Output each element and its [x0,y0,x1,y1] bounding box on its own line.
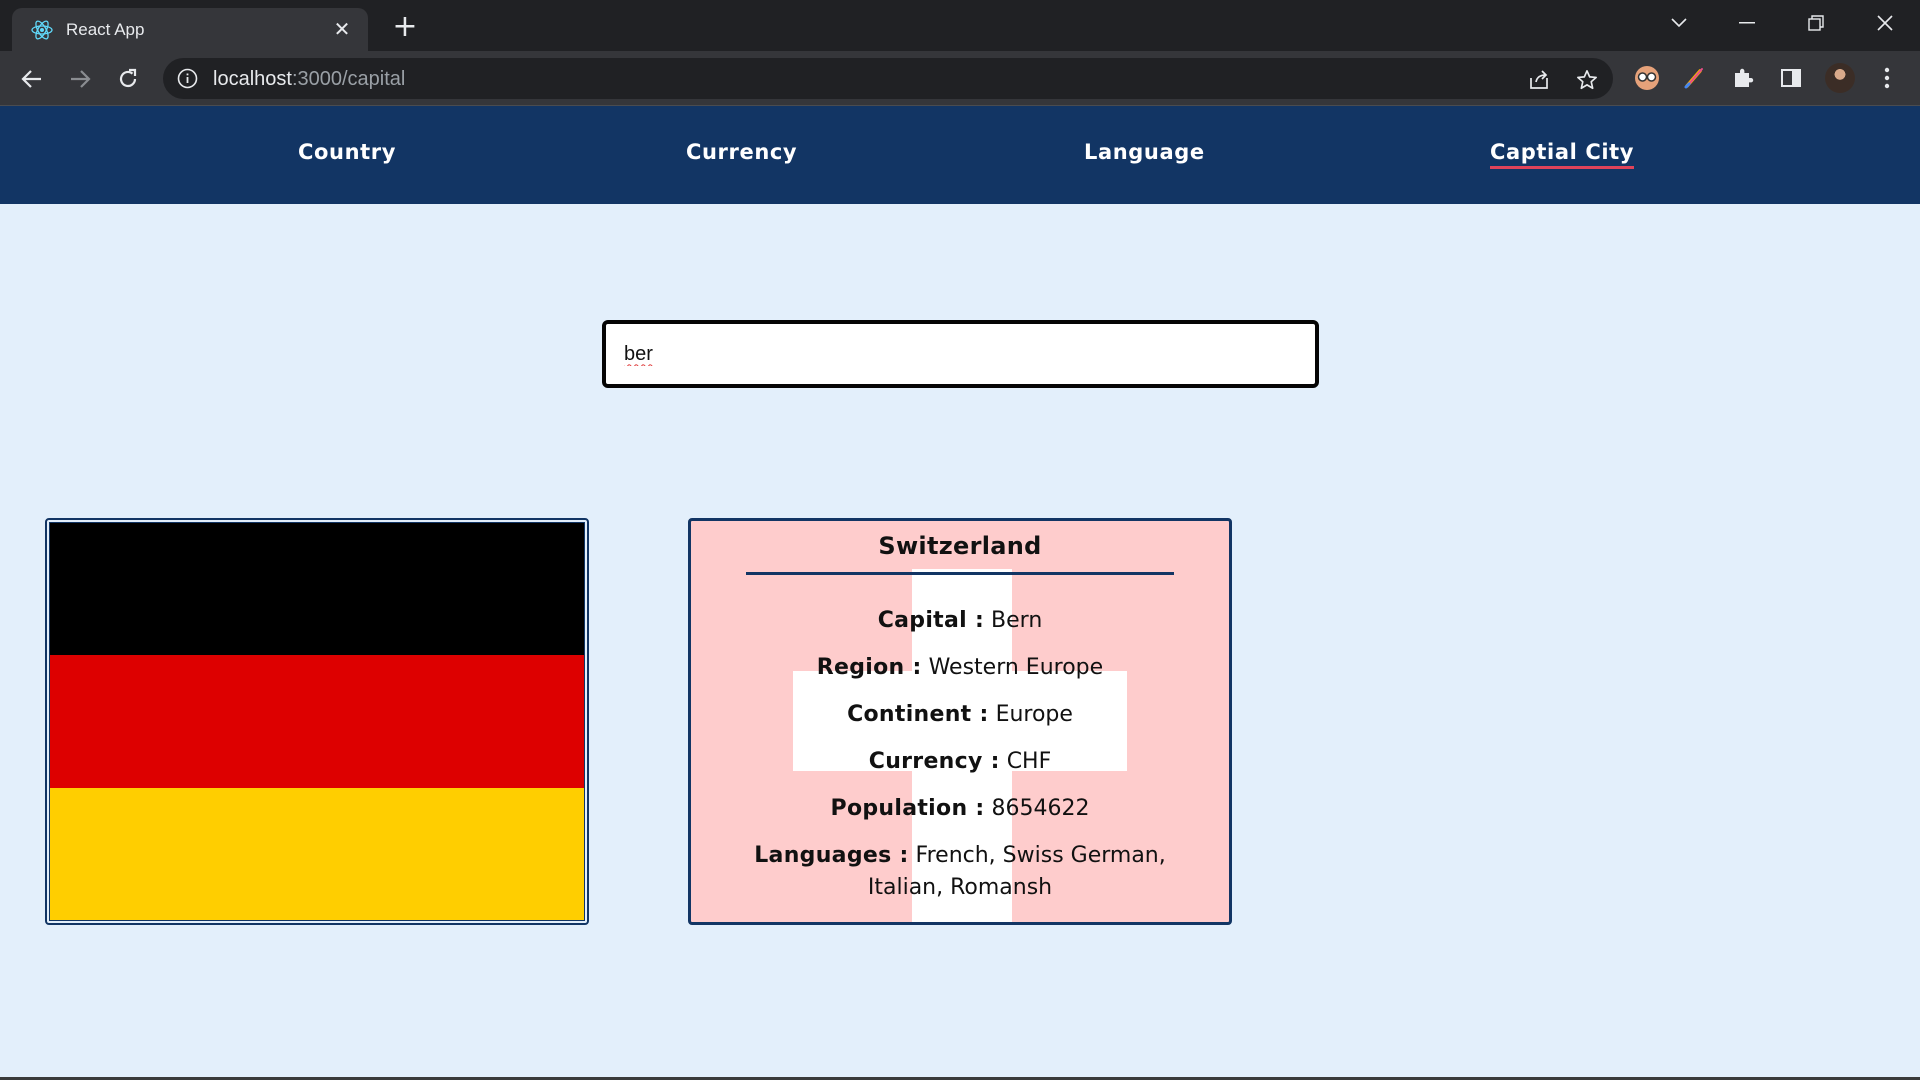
nav-link-country[interactable]: Country [298,140,396,164]
field-label: Capital : [877,608,985,633]
extensions-puzzle-icon[interactable] [1728,63,1758,93]
restore-icon[interactable] [1796,8,1836,38]
field-value: Europe [995,702,1073,727]
minimize-icon[interactable] [1727,8,1767,38]
flag-stripe-black [50,523,584,656]
field-label: Currency : [868,749,1000,774]
country-fields: Capital : Bern Region : Western Europe C… [691,605,1229,904]
url-host: localhost [213,68,292,90]
reload-icon[interactable] [111,62,145,96]
tab-title: React App [66,19,145,39]
url-path: :3000/capital [291,68,406,90]
field-label: Languages : [754,843,909,868]
capital-search-box [602,320,1319,388]
tab-close-icon[interactable]: ✕ [330,17,354,41]
flag-image [49,522,585,921]
browser-menu-icon[interactable] [1872,63,1902,93]
field-continent: Continent : Europe [691,699,1229,731]
nav-link-language[interactable]: Language [1084,140,1205,164]
country-info-content: Switzerland Capital : Bern Region : West… [691,521,1229,919]
address-bar[interactable]: localhost:3000/capital [163,58,1613,99]
field-label: Region : [816,655,922,680]
tab-search-chevron-icon[interactable] [1659,8,1699,38]
profile-avatar[interactable] [1825,63,1855,93]
field-languages: Languages : French, Swiss German, Italia… [691,840,1229,904]
title-divider [746,572,1174,575]
field-region: Region : Western Europe [691,652,1229,684]
browser-titlebar: React App ✕ + [0,0,1920,51]
country-name: Switzerland [878,532,1042,560]
field-currency: Currency : CHF [691,746,1229,778]
new-tab-button[interactable]: + [389,12,421,44]
field-value: French, Swiss German, Italian, Romansh [867,843,1166,900]
flag-card [45,518,589,925]
flag-stripe-gold [50,787,584,920]
field-value: Bern [991,608,1043,633]
url-text: localhost:3000/capital [213,68,405,91]
browser-toolbar: localhost:3000/capital [0,51,1920,106]
bookmark-star-icon[interactable] [1575,68,1599,92]
site-info-icon[interactable] [177,68,198,89]
field-label: Population : [830,796,985,821]
field-value: Western Europe [928,655,1104,680]
country-info-card: Switzerland Capital : Bern Region : West… [688,518,1232,925]
share-icon[interactable] [1527,68,1551,92]
back-arrow-icon[interactable] [15,62,49,96]
field-value: 8654622 [991,796,1090,821]
field-value: CHF [1006,749,1052,774]
extension-glasses-icon[interactable] [1632,63,1662,93]
extension-pen-icon[interactable] [1680,63,1710,93]
forward-arrow-icon[interactable] [63,62,97,96]
side-panel-icon[interactable] [1776,63,1806,93]
field-population: Population : 8654622 [691,793,1229,825]
capital-search-input[interactable] [624,342,1297,366]
app-navbar: Country Currency Language Captial City [0,106,1920,204]
nav-link-currency[interactable]: Currency [686,140,797,164]
field-capital: Capital : Bern [691,605,1229,637]
flag-stripe-red [50,655,584,788]
react-logo-icon [30,18,54,42]
nav-link-capital-city[interactable]: Captial City [1490,140,1635,169]
field-label: Continent : [847,702,989,727]
browser-tab[interactable]: React App ✕ [12,8,368,51]
close-window-icon[interactable] [1865,8,1905,38]
